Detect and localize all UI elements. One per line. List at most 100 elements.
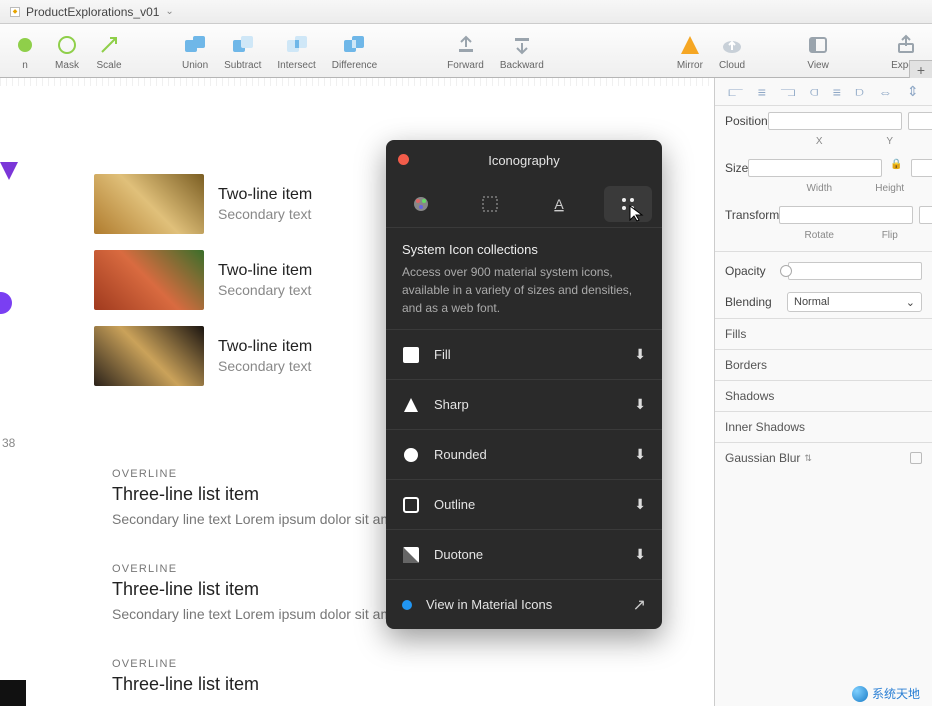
download-icon[interactable]: ⬇ <box>634 346 646 363</box>
tab-type[interactable]: A <box>535 186 583 222</box>
list-title: Three-line list item <box>112 674 404 695</box>
fill-icon <box>402 346 420 364</box>
opacity-label: Opacity <box>725 264 780 278</box>
close-icon[interactable] <box>398 154 409 165</box>
distribute-h-icon[interactable]: ⇔ <box>878 84 892 100</box>
align-left-icon[interactable]: ⫍ <box>728 83 743 100</box>
y-input[interactable] <box>908 112 932 130</box>
list-item[interactable]: Two-line itemSecondary text <box>94 166 312 242</box>
duotone-icon <box>402 546 420 564</box>
artboard-flag-icon[interactable] <box>0 162 18 180</box>
inspector-panel: + ⫍ ≡ ⫎ ⫏ ≡ ⫐ ⇔ ⇕ Position XY Size🔒 Widt… <box>714 78 932 706</box>
section-title: System Icon collections <box>402 242 646 257</box>
y-sublabel: Y <box>858 136 923 147</box>
style-fill[interactable]: Fill⬇ <box>386 329 662 379</box>
selection-handle[interactable] <box>0 292 12 314</box>
overline-label: OVERLINE <box>112 468 404 480</box>
blending-label: Blending <box>725 295 787 309</box>
panel-title: Iconography <box>488 153 560 168</box>
width-sublabel: Width <box>787 183 852 194</box>
blending-select[interactable]: Normal⌄ <box>787 292 922 312</box>
align-row: ⫍ ≡ ⫎ ⫏ ≡ ⫐ ⇔ ⇕ <box>715 78 932 106</box>
document-icon: ◆ <box>10 7 20 17</box>
thumbnail-dark <box>0 680 26 706</box>
download-icon[interactable]: ⬇ <box>634 496 646 513</box>
watermark: 系统天地 <box>852 685 920 702</box>
style-sharp[interactable]: Sharp⬇ <box>386 379 662 429</box>
fills-section[interactable]: Fills <box>715 318 932 349</box>
style-outline[interactable]: Outline⬇ <box>386 479 662 529</box>
three-line-list: OVERLINE Three-line list item Secondary … <box>112 468 404 706</box>
tab-bounds[interactable] <box>466 186 514 222</box>
x-input[interactable] <box>768 112 902 130</box>
panel-footer-link[interactable]: View in Material Icons ↗ <box>386 579 662 629</box>
height-input[interactable] <box>911 159 932 177</box>
rotate-input[interactable] <box>779 206 913 224</box>
distribute-v-icon[interactable]: ⇕ <box>907 83 919 100</box>
tab-color[interactable] <box>397 186 445 222</box>
overline-label: OVERLINE <box>112 658 404 670</box>
shadows-section[interactable]: Shadows <box>715 380 932 411</box>
toolbar-backward[interactable]: Backward <box>494 30 550 71</box>
align-top-icon[interactable]: ⫏ <box>810 83 818 100</box>
toolbar-intersect[interactable]: Intersect <box>271 30 321 71</box>
size-label: Size <box>725 161 748 175</box>
overline-label: OVERLINE <box>112 563 404 575</box>
toolbar-view[interactable]: View <box>799 30 837 71</box>
align-center-h-icon[interactable]: ≡ <box>758 84 766 100</box>
external-link-icon: ↗ <box>633 595 646 615</box>
download-icon[interactable]: ⬇ <box>634 446 646 463</box>
two-line-list: Two-line itemSecondary text Two-line ite… <box>94 166 312 394</box>
toolbar-forward[interactable]: Forward <box>441 30 490 71</box>
add-tab-button[interactable]: + <box>909 60 932 78</box>
toolbar-subtract[interactable]: Subtract <box>218 30 267 71</box>
flip-input[interactable] <box>919 206 932 224</box>
list-title: Three-line list item <box>112 484 404 505</box>
style-duotone[interactable]: Duotone⬇ <box>386 529 662 579</box>
borders-section[interactable]: Borders <box>715 349 932 380</box>
width-input[interactable] <box>748 159 882 177</box>
list-item[interactable]: Two-line itemSecondary text <box>94 242 312 318</box>
position-label: Position <box>725 114 768 128</box>
toolbar-difference[interactable]: Difference <box>326 30 383 71</box>
list-item[interactable]: OVERLINE Three-line list item <box>112 658 404 695</box>
transform-label: Transform <box>725 208 779 222</box>
lock-icon[interactable]: 🔒 <box>890 159 902 177</box>
panel-section: System Icon collections Access over 900 … <box>386 228 662 329</box>
tab-icons[interactable] <box>604 186 652 222</box>
toolbar-mirror[interactable]: Mirror <box>671 30 709 71</box>
list-item[interactable]: OVERLINE Three-line list item Secondary … <box>112 563 404 622</box>
outline-icon <box>402 496 420 514</box>
rounded-icon <box>402 446 420 464</box>
list-title: Two-line item <box>218 338 312 356</box>
chevron-down-icon[interactable]: ⌄ <box>165 6 173 17</box>
align-center-v-icon[interactable]: ≡ <box>833 84 841 100</box>
list-thumbnail <box>94 326 204 386</box>
rotate-sublabel: Rotate <box>787 230 852 241</box>
toolbar-cloud[interactable]: Cloud <box>713 30 751 71</box>
list-item[interactable]: OVERLINE Three-line list item Secondary … <box>112 468 404 527</box>
align-bottom-icon[interactable]: ⫐ <box>856 83 864 100</box>
list-secondary: Secondary line text Lorem ipsum dolor si… <box>112 606 404 622</box>
toolbar-edit[interactable]: n <box>6 30 44 71</box>
toolbar: n Mask Scale Union Subtract Intersect Di… <box>0 24 932 78</box>
gaussian-blur-section[interactable]: Gaussian Blur⇅ <box>715 442 932 473</box>
download-icon[interactable]: ⬇ <box>634 396 646 413</box>
blur-checkbox[interactable] <box>910 452 922 464</box>
style-rounded[interactable]: Rounded⬇ <box>386 429 662 479</box>
opacity-input[interactable] <box>788 262 922 280</box>
inner-shadows-section[interactable]: Inner Shadows <box>715 411 932 442</box>
panel-header[interactable]: Iconography <box>386 140 662 180</box>
titlebar: ◆ ProductExplorations_v01 ⌄ <box>0 0 932 24</box>
download-icon[interactable]: ⬇ <box>634 546 646 563</box>
toolbar-scale[interactable]: Scale <box>90 30 128 71</box>
badge-count: 38 <box>2 436 15 450</box>
list-thumbnail <box>94 174 204 234</box>
ruler <box>0 78 714 86</box>
toolbar-mask[interactable]: Mask <box>48 30 86 71</box>
chevron-updown-icon[interactable]: ⇅ <box>804 453 812 464</box>
list-item[interactable]: Two-line itemSecondary text <box>94 318 312 394</box>
align-right-icon[interactable]: ⫎ <box>781 83 796 100</box>
list-secondary: Secondary text <box>218 206 312 222</box>
toolbar-union[interactable]: Union <box>176 30 214 71</box>
